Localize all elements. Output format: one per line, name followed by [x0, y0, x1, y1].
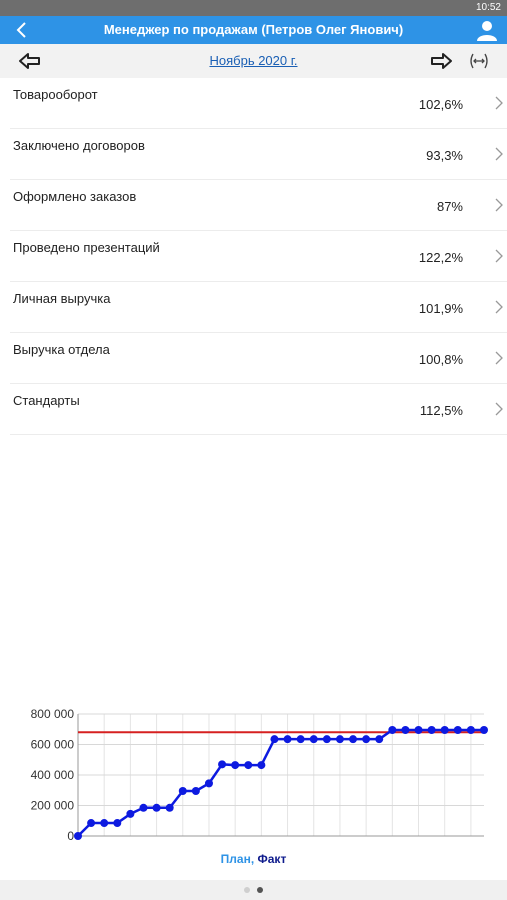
- chevron-right-icon: [495, 147, 503, 161]
- app-bar: Менеджер по продажам (Петров Олег Янович…: [0, 16, 507, 44]
- fact-point: [152, 803, 161, 812]
- fact-point: [178, 787, 187, 796]
- fact-point: [401, 726, 410, 735]
- fact-point: [362, 735, 371, 744]
- kpi-value: 93,3%: [426, 148, 463, 163]
- fact-point: [74, 832, 82, 840]
- fact-point: [349, 735, 358, 744]
- page-indicator-bar: [0, 880, 507, 900]
- fact-point: [126, 809, 135, 818]
- kpi-value: 112,5%: [419, 403, 463, 418]
- chevron-right-icon: [495, 249, 503, 263]
- fact-point: [480, 726, 488, 735]
- y-tick-label: 0: [67, 829, 74, 843]
- kpi-row-standards[interactable]: Стандарты 112,5%: [10, 384, 507, 435]
- chevron-right-icon: [495, 300, 503, 314]
- chart-svg: 0 200 000 400 000 600 000 800 000: [31, 707, 488, 843]
- fact-point: [309, 735, 318, 744]
- y-tick-label: 400 000: [31, 768, 75, 782]
- y-tick-label: 200 000: [31, 799, 75, 813]
- status-time: 10:52: [475, 2, 501, 13]
- next-period-arrow-icon[interactable]: [429, 51, 453, 71]
- status-bar: 10:52: [0, 0, 507, 16]
- fact-point: [335, 735, 344, 744]
- fact-point: [87, 819, 96, 828]
- kpi-name: Проведено презентаций: [13, 240, 160, 255]
- page-title: Менеджер по продажам (Петров Олег Янович…: [103, 22, 404, 37]
- fact-point: [100, 819, 109, 828]
- chart-legend: План, Факт: [0, 852, 507, 866]
- fact-point: [231, 761, 240, 770]
- fact-point: [139, 803, 148, 812]
- kpi-name: Стандарты: [13, 393, 80, 408]
- fact-point: [283, 735, 292, 744]
- fact-point: [414, 726, 423, 735]
- back-arrow-icon[interactable]: [12, 19, 32, 41]
- fact-point: [466, 726, 475, 735]
- kpi-name: Оформлено заказов: [13, 189, 137, 204]
- fact-point: [388, 726, 397, 735]
- y-tick-label: 600 000: [31, 738, 75, 752]
- chevron-right-icon: [495, 351, 503, 365]
- fact-line: [77, 728, 484, 837]
- kpi-row-personal-revenue[interactable]: Личная выручка 101,9%: [10, 282, 507, 333]
- fact-point: [244, 761, 253, 770]
- kpi-row-department-revenue[interactable]: Выручка отдела 100,8%: [10, 333, 507, 384]
- kpi-row-orders[interactable]: Оформлено заказов 87%: [10, 180, 507, 231]
- fact-point: [427, 726, 436, 735]
- fact-point: [218, 760, 227, 769]
- fact-point: [204, 779, 213, 788]
- kpi-value: 102,6%: [418, 97, 463, 112]
- expand-horizontal-icon[interactable]: [468, 52, 490, 70]
- kpi-value: 100,8%: [418, 352, 463, 367]
- y-tick-label: 800 000: [31, 707, 75, 721]
- fact-point: [375, 735, 384, 744]
- user-profile-icon[interactable]: [475, 18, 499, 42]
- chevron-right-icon: [495, 96, 503, 110]
- kpi-value: 122,2%: [418, 250, 463, 265]
- kpi-row-contracts[interactable]: Заключено договоров 93,3%: [10, 129, 507, 180]
- kpi-value: 87%: [436, 199, 463, 214]
- legend-plan: План,: [220, 852, 255, 866]
- fact-point: [191, 787, 200, 796]
- fact-point: [322, 735, 331, 744]
- fact-point: [270, 735, 279, 744]
- fact-point: [296, 735, 305, 744]
- fact-point: [440, 726, 449, 735]
- fact-point: [165, 803, 174, 812]
- period-bar: Ноябрь 2020 г.: [0, 44, 507, 78]
- kpi-name: Личная выручка: [13, 291, 111, 306]
- kpi-row-presentations[interactable]: Проведено презентаций 122,2%: [10, 231, 507, 282]
- kpi-list: Товарооборот 102,6% Заключено договоров …: [0, 78, 507, 435]
- kpi-value: 101,9%: [418, 301, 463, 316]
- fact-point: [113, 819, 122, 828]
- chevron-right-icon: [495, 402, 503, 416]
- fact-point: [257, 761, 266, 770]
- plan-fact-chart: 0 200 000 400 000 600 000 800 000: [0, 700, 507, 850]
- fact-point: [453, 726, 462, 735]
- kpi-name: Товарооборот: [13, 87, 98, 102]
- page-dot-2[interactable]: [257, 887, 263, 893]
- legend-fact: Факт: [257, 852, 287, 866]
- kpi-name: Выручка отдела: [13, 342, 110, 357]
- page-dot-1[interactable]: [244, 887, 250, 893]
- chevron-right-icon: [495, 198, 503, 212]
- kpi-name: Заключено договоров: [13, 138, 145, 153]
- kpi-row-turnover[interactable]: Товарооборот 102,6%: [10, 78, 507, 129]
